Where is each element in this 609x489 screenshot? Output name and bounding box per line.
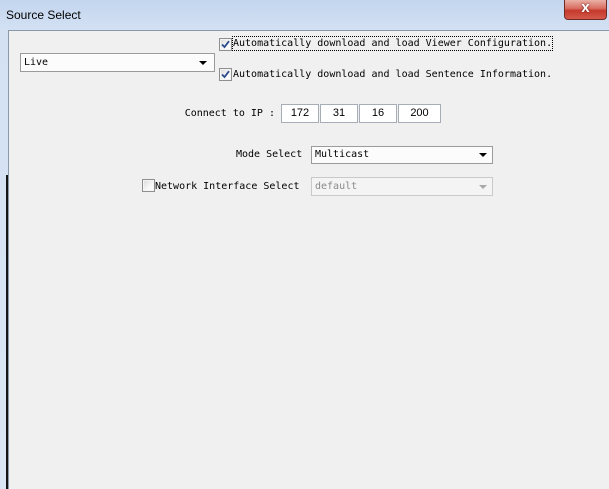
auto-viewer-config-checkbox[interactable]	[219, 38, 232, 51]
ip-octet-4[interactable]: 200	[398, 104, 441, 123]
mode-select-dropdown[interactable]: Multicast	[311, 146, 493, 164]
connect-ip-label: Connect to IP :	[184, 108, 275, 119]
mode-select-value: Multicast	[315, 149, 370, 160]
chevron-down-icon	[479, 153, 487, 157]
network-interface-value: default	[315, 181, 358, 192]
network-interface-checkbox[interactable]	[142, 179, 155, 192]
source-dropdown-value: Live	[24, 57, 49, 68]
checkmark-icon	[221, 70, 230, 79]
ip-octet-3[interactable]: 16	[359, 104, 397, 123]
source-select-window: Source Select X Live Automatically downl…	[0, 0, 609, 489]
dialog-content: Live Automatically download and load Vie…	[8, 30, 609, 489]
close-button[interactable]: X	[564, 0, 607, 20]
auto-sentence-info-checkbox[interactable]	[219, 68, 232, 81]
chevron-down-icon	[199, 60, 207, 65]
close-icon: X	[581, 2, 590, 15]
ip-octet-1[interactable]: 172	[281, 104, 319, 123]
title-bar[interactable]: Source Select X	[0, 0, 609, 30]
source-dropdown[interactable]: Live	[20, 53, 215, 72]
chevron-down-icon	[479, 184, 487, 189]
network-interface-label: Network Interface Select	[155, 181, 300, 192]
checkmark-icon	[221, 40, 230, 49]
auto-sentence-info-label: Automatically download and load Sentence…	[233, 69, 553, 80]
network-interface-dropdown[interactable]: default	[311, 177, 493, 196]
window-title: Source Select	[6, 8, 81, 22]
mode-select-label: Mode Select	[236, 149, 303, 160]
auto-viewer-config-label: Automatically download and load Viewer C…	[231, 36, 554, 51]
ip-octet-2[interactable]: 31	[320, 104, 358, 123]
